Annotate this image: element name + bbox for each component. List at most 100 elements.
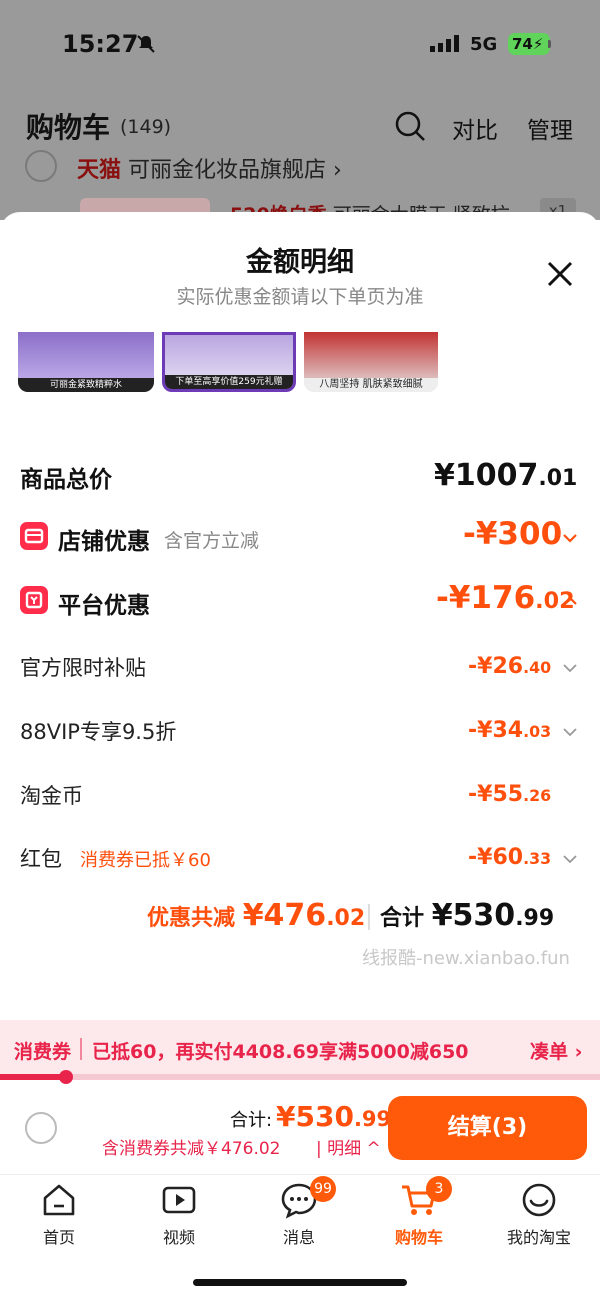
- discount-summary-int: ¥476: [242, 898, 327, 933]
- thumbnail-caption: 下单至高享价值259元礼赠: [165, 375, 293, 389]
- sheet-subtitle: 实际优惠金额请以下单页为准: [176, 286, 424, 308]
- product-thumbnail[interactable]: 下单至高享价值259元礼赠: [162, 332, 296, 392]
- sheet-title: 金额明细: [246, 247, 354, 278]
- home-indicator: [193, 1279, 407, 1286]
- platform-discount-int: -¥176: [436, 580, 536, 616]
- coupon-progress-knob: [59, 1070, 73, 1084]
- sum-total: 合计 ¥530.99: [380, 898, 554, 933]
- subsidy-cents: .40: [523, 658, 552, 677]
- coins-value: -¥55.26: [468, 782, 551, 807]
- discount-summary: 优惠共减 ¥476.02: [147, 898, 365, 933]
- checkout-button[interactable]: 结算(3): [388, 1096, 587, 1160]
- shop-discount-label: 店铺优惠: [58, 529, 150, 555]
- close-icon[interactable]: [542, 256, 578, 292]
- vip-discount-value[interactable]: -¥34.03: [468, 718, 551, 743]
- chevron-down-icon[interactable]: [562, 851, 578, 867]
- sum-total-label: 合计: [380, 906, 425, 931]
- tab-label: 购物车: [394, 1228, 443, 1247]
- total-price-int: ¥1007: [434, 458, 539, 493]
- coins-label: 淘金币: [20, 784, 83, 808]
- video-icon: [162, 1186, 196, 1214]
- chevron-down-icon[interactable]: [562, 660, 578, 676]
- total-price-cents: .01: [538, 466, 578, 491]
- tab-messages[interactable]: 消息 99: [244, 1176, 354, 1248]
- coupon-text: 已抵60，再实付4408.69享满5000减650: [92, 1041, 469, 1063]
- battery-level: 74: [512, 35, 533, 53]
- shop-select-radio[interactable]: [25, 150, 57, 182]
- product-thumbnail[interactable]: 八周坚持 肌肤紧致细腻: [304, 332, 438, 392]
- mute-bell-icon: [137, 35, 155, 53]
- coupon-label: 消费券: [14, 1041, 72, 1063]
- coupon-progress-fill: [0, 1074, 66, 1080]
- tab-video[interactable]: 视频: [124, 1180, 234, 1248]
- platform-discount-value[interactable]: -¥176.02: [436, 580, 575, 616]
- tab-label: 消息: [282, 1228, 315, 1247]
- add-items-link[interactable]: 凑单 ›: [530, 1037, 582, 1064]
- checkout-total-cents: .99: [353, 1107, 392, 1131]
- shop-name[interactable]: 可丽金化妆品旗舰店 ›: [128, 152, 342, 184]
- home-icon: [43, 1184, 75, 1216]
- watermark: 线报酷-new.xianbao.fun: [362, 948, 570, 969]
- coins-int: -¥55: [468, 782, 524, 807]
- search-icon[interactable]: [394, 110, 426, 142]
- tab-label: 首页: [42, 1228, 75, 1247]
- status-time: 15:27: [62, 30, 139, 58]
- network-type: 5G: [470, 34, 498, 55]
- thumbnail-caption: 八周坚持 肌肤紧致细腻: [304, 378, 438, 392]
- coupon-note: 消费券已抵￥60: [80, 850, 211, 871]
- tab-label: 视频: [162, 1228, 195, 1247]
- discount-summary-cents: .02: [326, 906, 366, 931]
- coupon-progress-track: [0, 1074, 600, 1080]
- platform-discount-label: 平台优惠: [58, 593, 150, 619]
- charging-icon: ⚡: [532, 35, 544, 53]
- battery-indicator: 74⚡: [508, 33, 550, 55]
- shop-discount-tag: 含官方立减: [164, 530, 260, 552]
- platform-discount-icon: [20, 586, 48, 614]
- subsidy-value[interactable]: -¥26.40: [468, 654, 551, 679]
- sum-total-cents: .99: [515, 906, 555, 931]
- product-thumbnails: 可丽金紧致精粹水 下单至高享价值259元礼赠 八周坚持 肌肤紧致细腻: [0, 332, 600, 394]
- cart-title: 购物车: [26, 111, 111, 144]
- coins-cents: .26: [523, 786, 552, 805]
- checkout-total-int: ¥530: [276, 1100, 354, 1133]
- checkout-total: ¥530.99: [276, 1100, 391, 1133]
- select-all-radio[interactable]: [25, 1112, 57, 1144]
- total-price-label: 商品总价: [20, 467, 112, 493]
- subsidy-int: -¥26: [468, 654, 524, 679]
- vip-discount-int: -¥34: [468, 718, 524, 743]
- red-packet-int: -¥60: [468, 845, 524, 870]
- message-badge: 99: [310, 1176, 336, 1202]
- vip-discount-label: 88VIP专享9.5折: [20, 720, 177, 744]
- red-packet-cents: .33: [523, 849, 552, 868]
- tab-label: 我的淘宝: [506, 1228, 571, 1247]
- product-thumbnail[interactable]: 可丽金紧致精粹水: [18, 332, 154, 392]
- tab-profile[interactable]: 我的淘宝: [484, 1180, 594, 1248]
- profile-icon: [522, 1183, 556, 1217]
- checkout-discount-note: 含消费券共减￥476.02: [102, 1139, 281, 1159]
- shop-discount-icon: [20, 522, 48, 550]
- battery-tip: [548, 40, 551, 48]
- signal-icon: [430, 35, 459, 52]
- tab-cart[interactable]: 购物车 3: [364, 1176, 474, 1248]
- sum-total-int: ¥530: [431, 898, 516, 933]
- subsidy-label: 官方限时补贴: [20, 656, 146, 680]
- discount-summary-label: 优惠共减: [147, 906, 236, 931]
- thumbnail-caption: 可丽金紧致精粹水: [18, 378, 154, 392]
- manage-button[interactable]: 管理: [527, 111, 573, 145]
- coupon-divider: [80, 1038, 82, 1060]
- tab-home[interactable]: 首页: [4, 1180, 114, 1248]
- vip-discount-cents: .03: [523, 722, 552, 741]
- red-packet-value[interactable]: -¥60.33: [468, 845, 551, 870]
- cart-badge: 3: [426, 1176, 452, 1202]
- chevron-up-icon[interactable]: [562, 593, 578, 609]
- chevron-down-icon[interactable]: [562, 724, 578, 740]
- red-packet-label: 红包: [20, 847, 62, 871]
- shop-discount-value[interactable]: -¥300: [463, 516, 562, 552]
- total-price-value: ¥1007.01: [434, 458, 577, 493]
- cart-count: (149): [120, 116, 172, 138]
- tmall-badge: 天猫: [77, 158, 122, 183]
- detail-toggle[interactable]: | 明细 ^: [316, 1134, 381, 1159]
- compare-button[interactable]: 对比: [452, 111, 498, 145]
- checkout-total-label: 合计:: [230, 1110, 273, 1131]
- chevron-down-icon[interactable]: [562, 530, 578, 546]
